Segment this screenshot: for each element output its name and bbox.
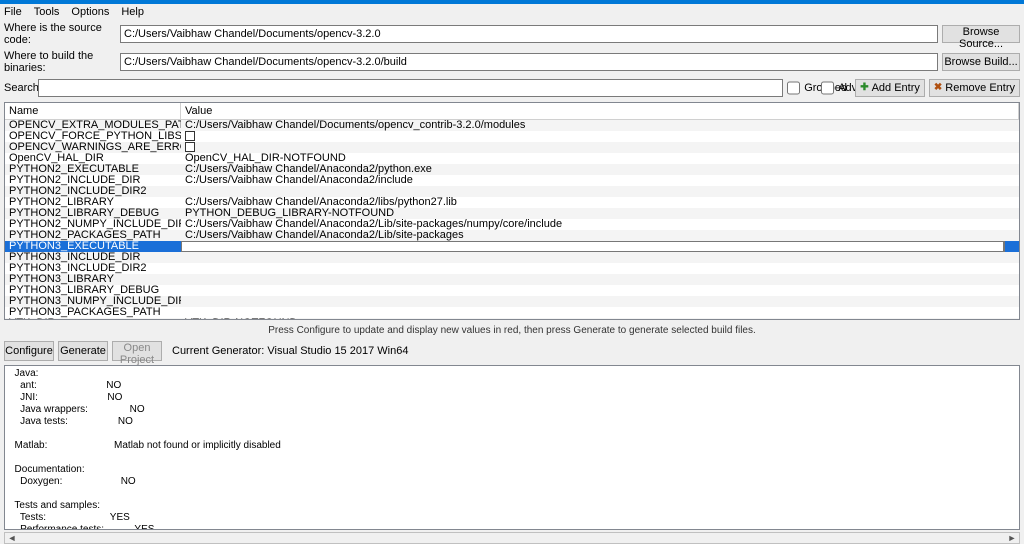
table-row[interactable]: OPENCV_WARNINGS_ARE_ERRORS [5, 142, 1019, 153]
menu-help[interactable]: Help [121, 6, 144, 18]
table-row[interactable]: PYTHON2_INCLUDE_DIR2 [5, 186, 1019, 197]
table-row[interactable]: PYTHON2_INCLUDE_DIRC:/Users/Vaibhaw Chan… [5, 175, 1019, 186]
table-body[interactable]: OPENCV_EXTRA_MODULES_PATHC:/Users/Vaibha… [5, 120, 1019, 319]
generator-label: Current Generator: Visual Studio 15 2017… [172, 345, 408, 357]
cache-table: Name Value OPENCV_EXTRA_MODULES_PATHC:/U… [4, 102, 1020, 320]
table-row[interactable]: PYTHON2_NUMPY_INCLUDE_DIRSC:/Users/Vaibh… [5, 219, 1019, 230]
table-row[interactable]: OPENCV_EXTRA_MODULES_PATHC:/Users/Vaibha… [5, 120, 1019, 131]
menu-tools[interactable]: Tools [34, 6, 60, 18]
scroll-right-icon[interactable]: ► [1005, 533, 1019, 543]
remove-icon: ✖ [934, 82, 942, 93]
menu-options[interactable]: Options [71, 6, 109, 18]
table-row[interactable]: PYTHON3_PACKAGES_PATH [5, 307, 1019, 318]
plus-icon: ✚ [860, 82, 868, 93]
horizontal-scrollbar[interactable]: ◄ ► [4, 532, 1020, 544]
table-row[interactable]: PYTHON2_PACKAGES_PATHC:/Users/Vaibhaw Ch… [5, 230, 1019, 241]
table-row[interactable]: PYTHON3_INCLUDE_DIR [5, 252, 1019, 263]
scroll-left-icon[interactable]: ◄ [5, 533, 19, 543]
table-row[interactable]: PYTHON3_INCLUDE_DIR2 [5, 263, 1019, 274]
hint-text: Press Configure to update and display ne… [0, 322, 1024, 339]
table-row[interactable]: PYTHON2_LIBRARY_DEBUGPYTHON_DEBUG_LIBRAR… [5, 208, 1019, 219]
source-input[interactable] [120, 25, 938, 43]
open-project-button[interactable]: Open Project [112, 341, 162, 361]
configure-button[interactable]: Configure [4, 341, 54, 361]
header-value[interactable]: Value [181, 103, 1019, 119]
remove-entry-button[interactable]: ✖Remove Entry [929, 79, 1020, 97]
table-row[interactable]: PYTHON3_LIBRARY_DEBUG [5, 285, 1019, 296]
table-row[interactable]: PYTHON3_NUMPY_INCLUDE_DIRS [5, 296, 1019, 307]
action-row: Configure Generate Open Project Current … [0, 339, 1024, 363]
browse-source-button[interactable]: Browse Source... [942, 25, 1020, 43]
grouped-checkbox[interactable]: Grouped [787, 79, 817, 97]
add-entry-button[interactable]: ✚Add Entry [855, 79, 925, 97]
source-row: Where is the source code: Browse Source.… [0, 20, 1024, 48]
advanced-checkbox[interactable]: Advanced [821, 79, 851, 97]
table-row[interactable]: VTK_DIRVTK_DIR-NOTFOUND [5, 318, 1019, 319]
header-name[interactable]: Name [5, 103, 181, 119]
source-label: Where is the source code: [4, 22, 116, 46]
browse-build-button[interactable]: Browse Build... [942, 53, 1020, 71]
build-input[interactable] [120, 53, 938, 71]
table-row[interactable]: OpenCV_HAL_DIROpenCV_HAL_DIR-NOTFOUND [5, 153, 1019, 164]
menu-file[interactable]: File [4, 6, 22, 18]
table-header: Name Value [5, 103, 1019, 120]
table-row[interactable]: PYTHON3_EXECUTABLE [5, 241, 1019, 252]
output-log[interactable]: Java: ant: NO JNI: NO Java wrappers: NO … [4, 365, 1020, 530]
generate-button[interactable]: Generate [58, 341, 108, 361]
search-row: Search: Grouped Advanced ✚Add Entry ✖Rem… [0, 76, 1024, 100]
search-input[interactable] [38, 79, 783, 97]
table-row[interactable]: PYTHON3_LIBRARY [5, 274, 1019, 285]
table-row[interactable]: PYTHON2_LIBRARYC:/Users/Vaibhaw Chandel/… [5, 197, 1019, 208]
menubar: File Tools Options Help [0, 4, 1024, 20]
build-label: Where to build the binaries: [4, 50, 116, 74]
table-row[interactable]: PYTHON2_EXECUTABLEC:/Users/Vaibhaw Chand… [5, 164, 1019, 175]
table-row[interactable]: OPENCV_FORCE_PYTHON_LIBS [5, 131, 1019, 142]
search-label: Search: [4, 82, 34, 94]
build-row: Where to build the binaries: Browse Buil… [0, 48, 1024, 76]
